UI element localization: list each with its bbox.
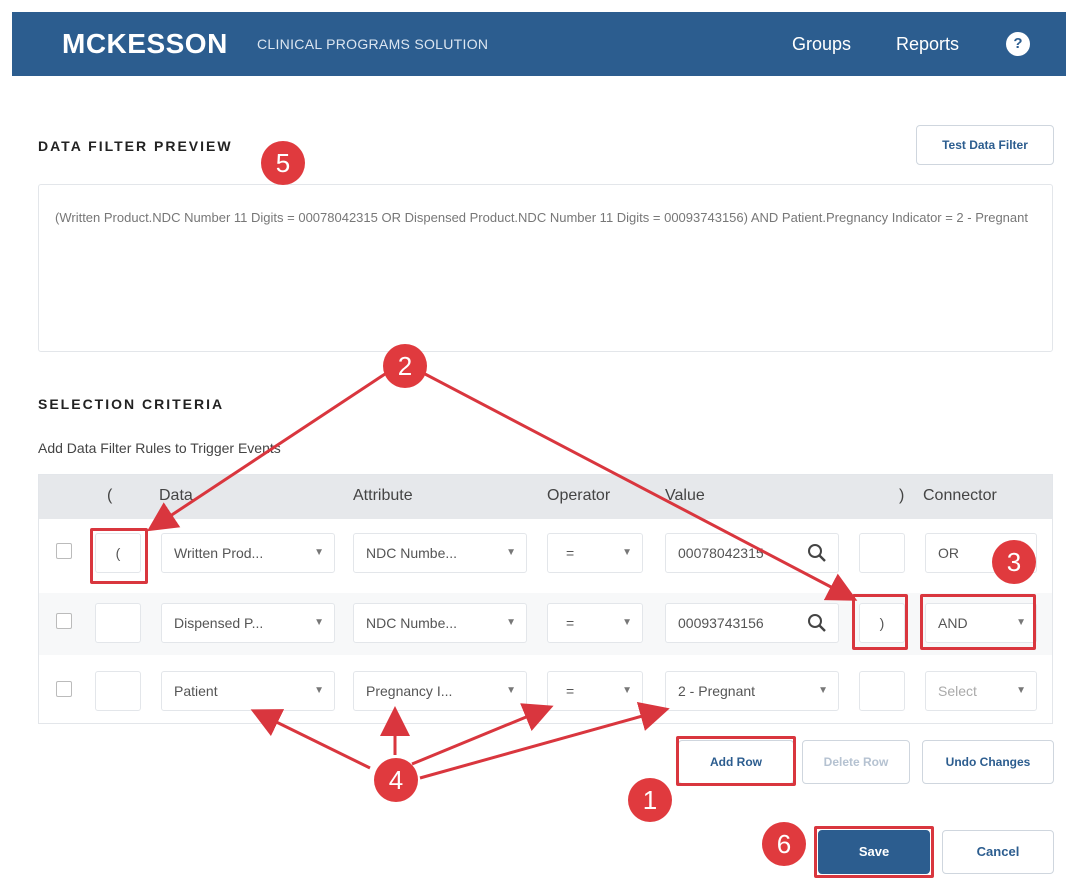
attribute-select[interactable]: Pregnancy I... ▼ — [353, 671, 527, 711]
chevron-down-icon: ▼ — [1016, 685, 1026, 696]
close-paren-field[interactable] — [859, 671, 905, 711]
chevron-down-icon: ▼ — [314, 617, 324, 628]
app-header: MCKESSON CLINICAL PROGRAMS SOLUTION Grou… — [12, 12, 1066, 76]
data-select[interactable]: Written Prod... ▼ — [161, 533, 335, 573]
annotation-badge-4: 4 — [374, 758, 418, 802]
operator-select-value: = — [566, 683, 575, 699]
data-filter-preview-title: DATA FILTER PREVIEW — [38, 138, 233, 154]
col-close-paren: ) — [899, 487, 905, 504]
col-value: Value — [665, 487, 705, 504]
chevron-down-icon: ▼ — [506, 547, 516, 558]
open-paren-field[interactable] — [95, 603, 141, 643]
col-operator: Operator — [547, 487, 611, 504]
help-icon[interactable]: ? — [1006, 32, 1030, 56]
chevron-down-icon: ▼ — [506, 617, 516, 628]
nav-groups[interactable]: Groups — [792, 34, 851, 55]
operator-select-value: = — [566, 545, 575, 561]
data-select-value: Written Prod... — [174, 545, 264, 561]
table-row: Dispensed P... ▼ NDC Numbe... ▼ = ▼ 0009374… — [39, 593, 1052, 655]
nav-reports[interactable]: Reports — [896, 34, 959, 55]
attribute-select-value: NDC Numbe... — [366, 545, 458, 561]
data-select-value: Patient — [174, 683, 218, 699]
selection-criteria-title: SELECTION CRITERIA — [38, 396, 225, 412]
table-header: ( Data Attribute Operator Value ) Connec… — [39, 475, 1052, 519]
attribute-select[interactable]: NDC Numbe... ▼ — [353, 603, 527, 643]
value-select[interactable]: 2 - Pregnant ▼ — [665, 671, 839, 711]
connector-select-value: Select — [938, 683, 977, 699]
value-select-value: 2 - Pregnant — [678, 683, 756, 699]
test-data-filter-button[interactable]: Test Data Filter — [916, 125, 1054, 165]
table-row: ( Written Prod... ▼ NDC Numbe... ▼ = ▼ 0007… — [39, 523, 1052, 585]
chevron-down-icon: ▼ — [506, 685, 516, 696]
chevron-down-icon: ▼ — [622, 617, 632, 628]
connector-select[interactable]: AND ▼ — [925, 603, 1037, 643]
table-row: Patient ▼ Pregnancy I... ▼ = ▼ 2 - Pregnant… — [39, 661, 1052, 723]
chevron-down-icon: ▼ — [622, 547, 632, 558]
search-icon[interactable] — [806, 542, 828, 564]
cancel-button[interactable]: Cancel — [942, 830, 1054, 874]
connector-select-value: AND — [938, 615, 968, 631]
criteria-table: ( Data Attribute Operator Value ) Connec… — [38, 474, 1053, 724]
chevron-down-icon: ▼ — [1016, 617, 1026, 628]
app-subtitle: CLINICAL PROGRAMS SOLUTION — [257, 36, 489, 52]
value-input[interactable]: 00093743156 — [665, 603, 839, 643]
operator-select-value: = — [566, 615, 575, 631]
annotation-badge-2: 2 — [383, 344, 427, 388]
connector-select[interactable]: Select ▼ — [925, 671, 1037, 711]
mckesson-logo[interactable]: MCKESSON — [62, 28, 228, 60]
value-input[interactable]: 00078042315 — [665, 533, 839, 573]
value-input-text: 00078042315 — [678, 545, 764, 561]
close-paren-field[interactable]: ) — [859, 603, 905, 643]
row-checkbox[interactable] — [56, 543, 72, 559]
open-paren-field[interactable]: ( — [95, 533, 141, 573]
annotation-badge-6: 6 — [762, 822, 806, 866]
row-checkbox[interactable] — [56, 681, 72, 697]
search-icon[interactable] — [806, 612, 828, 634]
delete-row-button[interactable]: Delete Row — [802, 740, 910, 784]
value-input-text: 00093743156 — [678, 615, 764, 631]
operator-select[interactable]: = ▼ — [547, 671, 643, 711]
col-data: Data — [159, 487, 193, 504]
undo-changes-button[interactable]: Undo Changes — [922, 740, 1054, 784]
chevron-down-icon: ▼ — [818, 685, 828, 696]
selection-criteria-subtitle: Add Data Filter Rules to Trigger Events — [38, 440, 281, 456]
col-open-paren: ( — [107, 487, 113, 504]
save-button[interactable]: Save — [818, 830, 930, 874]
operator-select[interactable]: = ▼ — [547, 533, 643, 573]
annotation-badge-5: 5 — [261, 141, 305, 185]
annotation-badge-1: 1 — [628, 778, 672, 822]
chevron-down-icon: ▼ — [314, 685, 324, 696]
add-row-button[interactable]: Add Row — [678, 740, 794, 784]
operator-select[interactable]: = ▼ — [547, 603, 643, 643]
data-select[interactable]: Dispensed P... ▼ — [161, 603, 335, 643]
close-paren-field[interactable] — [859, 533, 905, 573]
chevron-down-icon: ▼ — [314, 547, 324, 558]
annotation-badge-3: 3 — [992, 540, 1036, 584]
attribute-select-value: Pregnancy I... — [366, 683, 453, 699]
open-paren-field[interactable] — [95, 671, 141, 711]
chevron-down-icon: ▼ — [622, 685, 632, 696]
col-connector: Connector — [923, 487, 997, 504]
data-select-value: Dispensed P... — [174, 615, 264, 631]
data-filter-preview-text: (Written Product.NDC Number 11 Digits = … — [38, 184, 1053, 352]
row-checkbox[interactable] — [56, 613, 72, 629]
data-select[interactable]: Patient ▼ — [161, 671, 335, 711]
col-attribute: Attribute — [353, 487, 413, 504]
attribute-select-value: NDC Numbe... — [366, 615, 458, 631]
attribute-select[interactable]: NDC Numbe... ▼ — [353, 533, 527, 573]
